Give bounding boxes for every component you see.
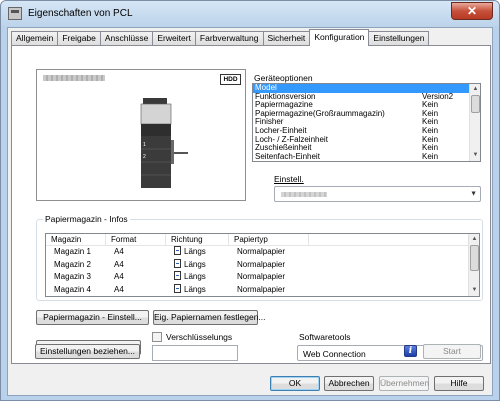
column-header[interactable]: Richtung — [166, 234, 229, 245]
device-preview: HDD 1 2 — [36, 69, 246, 201]
tab-allgemein[interactable]: Allgemein — [11, 31, 59, 46]
cell-richtung: Längs — [166, 283, 229, 297]
column-header[interactable]: Papiertyp — [229, 234, 309, 245]
column-header[interactable]: Magazin — [46, 234, 106, 245]
cell-papiertyp: Normalpapier — [237, 272, 286, 281]
cell-richtung: Längs — [166, 271, 229, 284]
scroll-up-icon[interactable]: ▲ — [471, 85, 480, 94]
tab-einstellungen[interactable]: Einstellungen — [368, 31, 430, 46]
cell-format: A4 — [114, 284, 124, 294]
magazin-table[interactable]: Magazin Format Richtung Papiertyp Magazi… — [45, 233, 480, 297]
apply-button[interactable]: Übernehmen — [379, 376, 429, 391]
portrait-page-icon — [174, 271, 181, 280]
column-header[interactable]: Format — [106, 234, 166, 245]
scroll-up-icon[interactable]: ▲ — [470, 235, 479, 244]
einstellung-label: Einstell. — [274, 174, 304, 184]
option-row[interactable]: Papiermagazine(Großraummagazin) Kein — [253, 109, 480, 119]
portrait-page-icon — [174, 246, 181, 255]
printer-image: 1 2 — [140, 98, 188, 188]
dialog-client: Allgemein Freigabe Anschlüsse Erweitert … — [7, 27, 493, 396]
properties-window: Eigenschaften von PCL ✕ Allgemein Freiga… — [0, 0, 500, 401]
software-tools-value: Web Connection — [303, 349, 366, 359]
magazin-info-group: Papiermagazin - Infos Magazin Format Ric… — [36, 214, 483, 301]
tab-erweitert[interactable]: Erweitert — [152, 31, 196, 46]
tab-sicherheit[interactable]: Sicherheit — [262, 31, 311, 46]
scroll-thumb[interactable] — [470, 245, 479, 271]
option-value: Kein — [422, 151, 439, 161]
options-label: Geräteoptionen — [254, 73, 313, 83]
table-scrollbar[interactable]: ▲ ▼ — [468, 234, 479, 296]
cell-magazin: Magazin 4 — [54, 284, 91, 294]
printer-icon — [8, 7, 22, 20]
richtung-text: Längs — [184, 247, 206, 256]
konfiguration-panel: HDD 1 2 Geräteoptionen Model Funktionsve… — [11, 45, 491, 364]
ok-button[interactable]: OK — [270, 376, 320, 391]
tab-konfiguration[interactable]: Konfiguration — [309, 29, 370, 46]
help-button[interactable]: Hilfe — [434, 376, 484, 391]
magazin-settings-button[interactable]: Papiermagazin - Einstell... — [36, 310, 149, 325]
paper-names-button[interactable]: Eig. Papiernamen festlegen... — [153, 310, 266, 325]
tab-farbverwaltung[interactable]: Farbverwaltung — [194, 31, 264, 46]
cell-magazin: Magazin 3 — [54, 272, 91, 281]
table-row[interactable]: Magazin 4 A4 Längs Normalpapier — [46, 283, 479, 297]
cell-format: A4 — [114, 259, 124, 269]
einstellung-text: Einstell. — [274, 174, 304, 184]
cell-magazin: Magazin 1 — [54, 247, 91, 256]
options-listbox[interactable]: Model Funktionsversion Version2 Papierma… — [252, 83, 481, 162]
cell-papiertyp: Normalpapier — [237, 284, 286, 294]
cancel-button[interactable]: Abbrechen — [324, 376, 374, 391]
scroll-thumb[interactable] — [471, 95, 480, 113]
encryption-field[interactable] — [152, 345, 238, 361]
tab-freigabe[interactable]: Freigabe — [57, 31, 101, 46]
options-scrollbar[interactable]: ▲ ▼ — [469, 84, 480, 161]
richtung-text: Längs — [184, 284, 206, 294]
info-icon[interactable]: i — [404, 345, 417, 357]
hdd-icon: HDD — [220, 74, 241, 85]
window-title: Eigenschaften von PCL — [28, 8, 133, 19]
option-row[interactable]: Seitenfach-Einheit Kein — [253, 151, 480, 161]
table-row[interactable]: Magazin 1 A4 Längs Normalpapier — [46, 246, 479, 259]
cell-papiertyp: Normalpapier — [237, 247, 286, 256]
encryption-checkbox[interactable] — [152, 332, 162, 342]
portrait-page-icon — [174, 258, 181, 268]
chevron-down-icon: ▼ — [470, 190, 477, 198]
title-bar: Eigenschaften von PCL ✕ — [1, 1, 499, 27]
cell-richtung: Längs — [166, 246, 229, 259]
table-header: Magazin Format Richtung Papiertyp — [46, 234, 479, 246]
start-button[interactable]: Start — [423, 344, 481, 359]
cell-papiertyp: Normalpapier — [237, 259, 286, 269]
cell-format: A4 — [114, 272, 124, 281]
cell-richtung: Längs — [166, 258, 229, 272]
einstellung-value-blurred — [281, 192, 327, 197]
magazin-info-title: Papiermagazin - Infos — [43, 214, 130, 224]
tab-strip: Allgemein Freigabe Anschlüsse Erweitert … — [11, 29, 430, 46]
option-name: Seitenfach-Einheit — [255, 151, 320, 161]
richtung-text: Längs — [184, 259, 206, 269]
svg-text:2: 2 — [143, 154, 146, 160]
richtung-text: Längs — [184, 272, 206, 281]
scroll-down-icon[interactable]: ▼ — [470, 286, 479, 295]
cell-format: A4 — [114, 247, 124, 256]
portrait-page-icon — [174, 283, 181, 293]
cell-magazin: Magazin 2 — [54, 259, 91, 269]
tab-anschluesse[interactable]: Anschlüsse — [99, 31, 154, 46]
svg-text:1: 1 — [143, 142, 146, 148]
encryption-label: Verschlüsselungs — [166, 332, 233, 342]
close-button[interactable]: ✕ — [451, 2, 493, 20]
get-settings-button[interactable]: Einstellungen beziehen... — [35, 344, 140, 359]
einstellung-dropdown[interactable]: ▼ — [274, 186, 481, 202]
table-row[interactable]: Magazin 3 A4 Längs Normalpapier — [46, 271, 479, 284]
model-name-blurred — [43, 75, 105, 81]
software-tools-label: Softwaretools — [299, 332, 351, 342]
table-row[interactable]: Magazin 2 A4 Längs Normalpapier — [46, 258, 479, 272]
scroll-down-icon[interactable]: ▼ — [471, 151, 480, 160]
